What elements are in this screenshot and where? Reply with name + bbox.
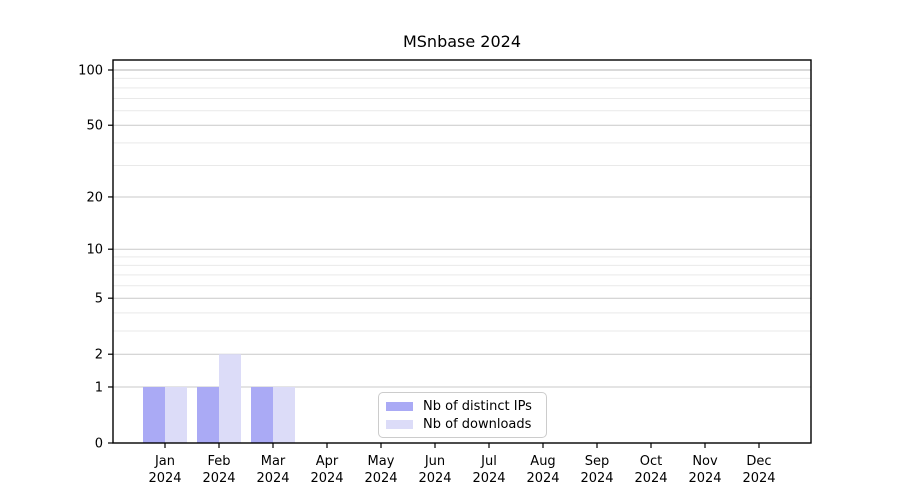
x-tick-label: Mar 2024 [256, 454, 289, 486]
x-tick-label: Feb 2024 [202, 454, 235, 486]
x-tick-label: Dec 2024 [742, 454, 775, 486]
y-tick-label: 100 [78, 64, 103, 79]
legend-label: Nb of distinct IPs [423, 398, 532, 414]
legend-swatch-distinct-ips [386, 401, 413, 411]
bar-distinct-ips [143, 386, 165, 443]
bar-downloads [165, 386, 187, 443]
legend-label: Nb of downloads [423, 416, 532, 432]
x-tick-label: Sep 2024 [580, 454, 613, 486]
x-tick-label: Jun 2024 [418, 454, 451, 486]
bar-downloads [219, 354, 241, 443]
legend: Nb of distinct IPs Nb of downloads [378, 392, 547, 438]
legend-swatch-downloads [386, 419, 413, 429]
bar-distinct-ips [251, 386, 273, 443]
bar-distinct-ips [197, 386, 219, 443]
y-tick-label: 0 [95, 437, 103, 452]
legend-item: Nb of downloads [386, 415, 536, 433]
y-tick-label: 2 [95, 348, 103, 363]
y-tick-label: 1 [95, 380, 103, 395]
y-tick-label: 10 [86, 243, 103, 258]
x-tick-label: May 2024 [364, 454, 397, 486]
legend-item: Nb of distinct IPs [386, 397, 536, 415]
x-tick-label: Apr 2024 [310, 454, 343, 486]
x-tick-label: Jan 2024 [148, 454, 181, 486]
y-tick-label: 5 [95, 292, 103, 307]
y-tick-label: 20 [86, 190, 103, 205]
x-tick-label: Jul 2024 [472, 454, 505, 486]
plot-frame [112, 59, 812, 444]
x-tick-label: Nov 2024 [688, 454, 721, 486]
bar-downloads [273, 386, 295, 443]
x-tick-label: Oct 2024 [634, 454, 667, 486]
chart-figure: MSnbase 2024 0 1 2 5 10 20 50 100 Jan 2024 Feb 2024… [0, 0, 900, 500]
x-tick-label: Aug 2024 [526, 454, 559, 486]
y-tick-label: 50 [86, 119, 103, 134]
